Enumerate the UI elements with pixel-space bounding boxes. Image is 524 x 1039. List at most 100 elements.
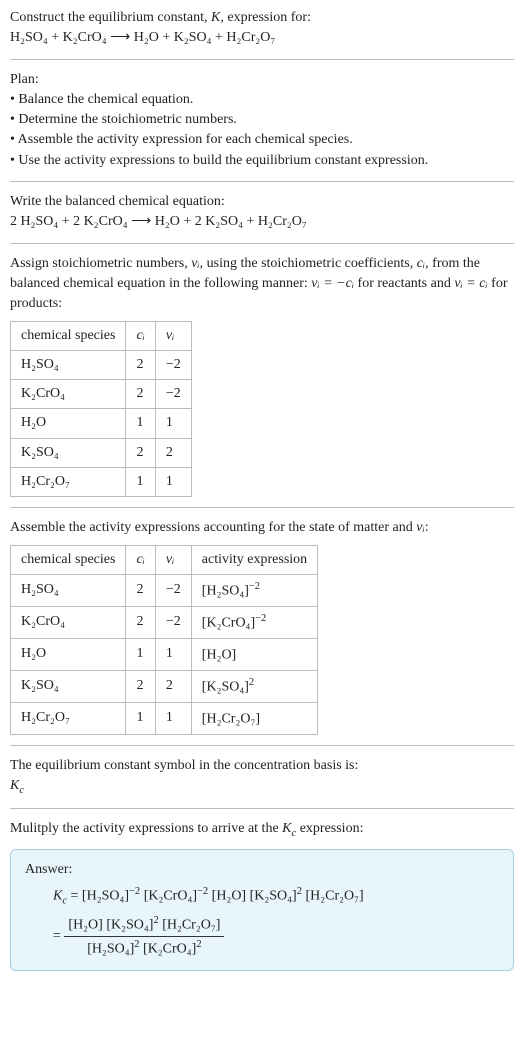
cell-species: K₂CrO₄ [11,380,126,409]
cell-nui: −2 [155,380,191,409]
cell-species: H₂Cr₂O₇ [11,702,126,734]
ans-term: [H₂O] [K₂SO₄] [68,918,153,933]
cell-nui: 1 [155,702,191,734]
balanced-block: Write the balanced chemical equation: 2 … [10,192,514,233]
cell-species: K₂SO₄ [11,438,126,467]
plan-bullet-1: • Balance the chemical equation. [10,90,514,110]
th-nui: νᵢ [155,545,191,574]
cell-ci: 2 [126,380,155,409]
cell-nui: −2 [155,350,191,379]
cell-ci: 2 [126,606,155,638]
multiply-text-b: expression: [296,821,363,836]
ans-term: [K₂CrO₄] [140,889,197,904]
cell-species: H₂O [11,638,126,670]
plan-bullet-2: • Determine the stoichiometric numbers. [10,110,514,130]
cell-nui: 2 [155,670,191,702]
ans-term: [H₂SO₄] [82,889,129,904]
cell-nui: 1 [155,638,191,670]
th-species: chemical species [11,545,126,574]
activity-base: [H₂SO₄] [202,584,249,599]
balanced-equation: 2 H₂SO₄ + 2 K₂CrO₄ ⟶ H₂O + 2 K₂SO₄ + H₂C… [10,212,514,232]
activity-base: [K₂SO₄] [202,679,249,694]
assemble-text-b: : [425,520,429,535]
ans-term: [H₂SO₄] [87,942,134,957]
cell-ci: 2 [126,350,155,379]
activity-exp: 2 [249,677,254,688]
activity-exp: −2 [255,613,266,624]
separator [10,745,514,746]
multiply-block: Mulitply the activity expressions to arr… [10,819,514,971]
cell-species: K₂SO₄ [11,670,126,702]
table-row: H₂Cr₂O₇ 1 1 [H₂Cr₂O₇] [11,702,318,734]
intro-block: Construct the equilibrium constant, K, e… [10,8,514,49]
cell-species: H₂O [11,409,126,438]
separator [10,507,514,508]
cell-nui: 1 [155,468,191,497]
ans-exp: −2 [197,886,208,897]
table-row: H₂SO₄ 2 −2 [11,350,192,379]
plan-heading: Plan: [10,70,514,90]
cell-activity: [K₂SO₄]2 [191,670,317,702]
ans-eq2: = [53,929,64,944]
cell-species: H₂SO₄ [11,350,126,379]
activity-exp: −2 [249,581,260,592]
separator [10,808,514,809]
th-nui: νᵢ [155,321,191,350]
answer-line2: = [H₂O] [K₂SO₄]2 [H₂Cr₂O₇] [H₂SO₄]2 [K₂C… [53,913,499,960]
assemble-nu-i: νᵢ [416,520,424,535]
cell-nui: 2 [155,438,191,467]
activity-base: [H₂O] [202,648,236,663]
separator [10,59,514,60]
symbol-line1: The equilibrium constant symbol in the c… [10,756,514,776]
cell-ci: 1 [126,468,155,497]
ans-term: [H₂Cr₂O₇] [159,918,221,933]
th-ci: cᵢ [126,545,155,574]
assign-text-a: Assign stoichiometric numbers, [10,256,191,271]
ans-exp: 2 [196,939,201,950]
cell-nui: −2 [155,606,191,638]
kc-sub: c [19,785,24,796]
assign-c-i: cᵢ [417,256,425,271]
th-activity: activity expression [191,545,317,574]
cell-activity: [H₂SO₄]−2 [191,574,317,606]
table-header-row: chemical species cᵢ νᵢ [11,321,192,350]
cell-species: H₂Cr₂O₇ [11,468,126,497]
table-row: K₂SO₄ 2 2 [11,438,192,467]
intro-text-a: Construct the equilibrium constant, [10,10,211,25]
ans-term: [H₂Cr₂O₇] [302,889,364,904]
balanced-heading: Write the balanced chemical equation: [10,192,514,212]
assign-rel2: νᵢ = cᵢ [454,276,487,291]
table-row: H₂O 1 1 [11,409,192,438]
assign-nu-i: νᵢ [191,256,199,271]
cell-activity: [K₂CrO₄]−2 [191,606,317,638]
plan-bullet-3: • Assemble the activity expression for e… [10,130,514,150]
answer-expression: Kc = [H₂SO₄]−2 [K₂CrO₄]−2 [H₂O] [K₂SO₄]2… [25,884,499,960]
fraction-denominator: [H₂SO₄]2 [K₂CrO₄]2 [64,937,224,960]
stoich-table: chemical species cᵢ νᵢ H₂SO₄ 2 −2 K₂CrO₄… [10,321,192,498]
kc-k: K [10,778,19,793]
symbol-kc: Kc [10,776,514,798]
multiply-text-a: Mulitply the activity expressions to arr… [10,821,282,836]
plan-bullet-4: • Use the activity expressions to build … [10,151,514,171]
cell-ci: 1 [126,409,155,438]
assign-text-b: , using the stoichiometric coefficients, [200,256,417,271]
separator [10,243,514,244]
assemble-text-a: Assemble the activity expressions accoun… [10,520,416,535]
activity-base: [K₂CrO₄] [202,616,255,631]
symbol-block: The equilibrium constant symbol in the c… [10,756,514,798]
fraction-numerator: [H₂O] [K₂SO₄]2 [H₂Cr₂O₇] [64,913,224,937]
answer-fraction: [H₂O] [K₂SO₄]2 [H₂Cr₂O₇] [H₂SO₄]2 [K₂CrO… [64,913,224,960]
multiply-kc-k: K [282,821,291,836]
activity-table: chemical species cᵢ νᵢ activity expressi… [10,545,318,735]
cell-nui: 1 [155,409,191,438]
intro-K: K [211,10,220,25]
table-row: K₂CrO₄ 2 −2 [K₂CrO₄]−2 [11,606,318,638]
assign-rel1: νᵢ = −cᵢ [311,276,354,291]
table-row: H₂O 1 1 [H₂O] [11,638,318,670]
th-ci: cᵢ [126,321,155,350]
cell-ci: 2 [126,438,155,467]
cell-ci: 2 [126,670,155,702]
cell-ci: 2 [126,574,155,606]
table-row: H₂SO₄ 2 −2 [H₂SO₄]−2 [11,574,318,606]
assign-block: Assign stoichiometric numbers, νᵢ, using… [10,254,514,498]
